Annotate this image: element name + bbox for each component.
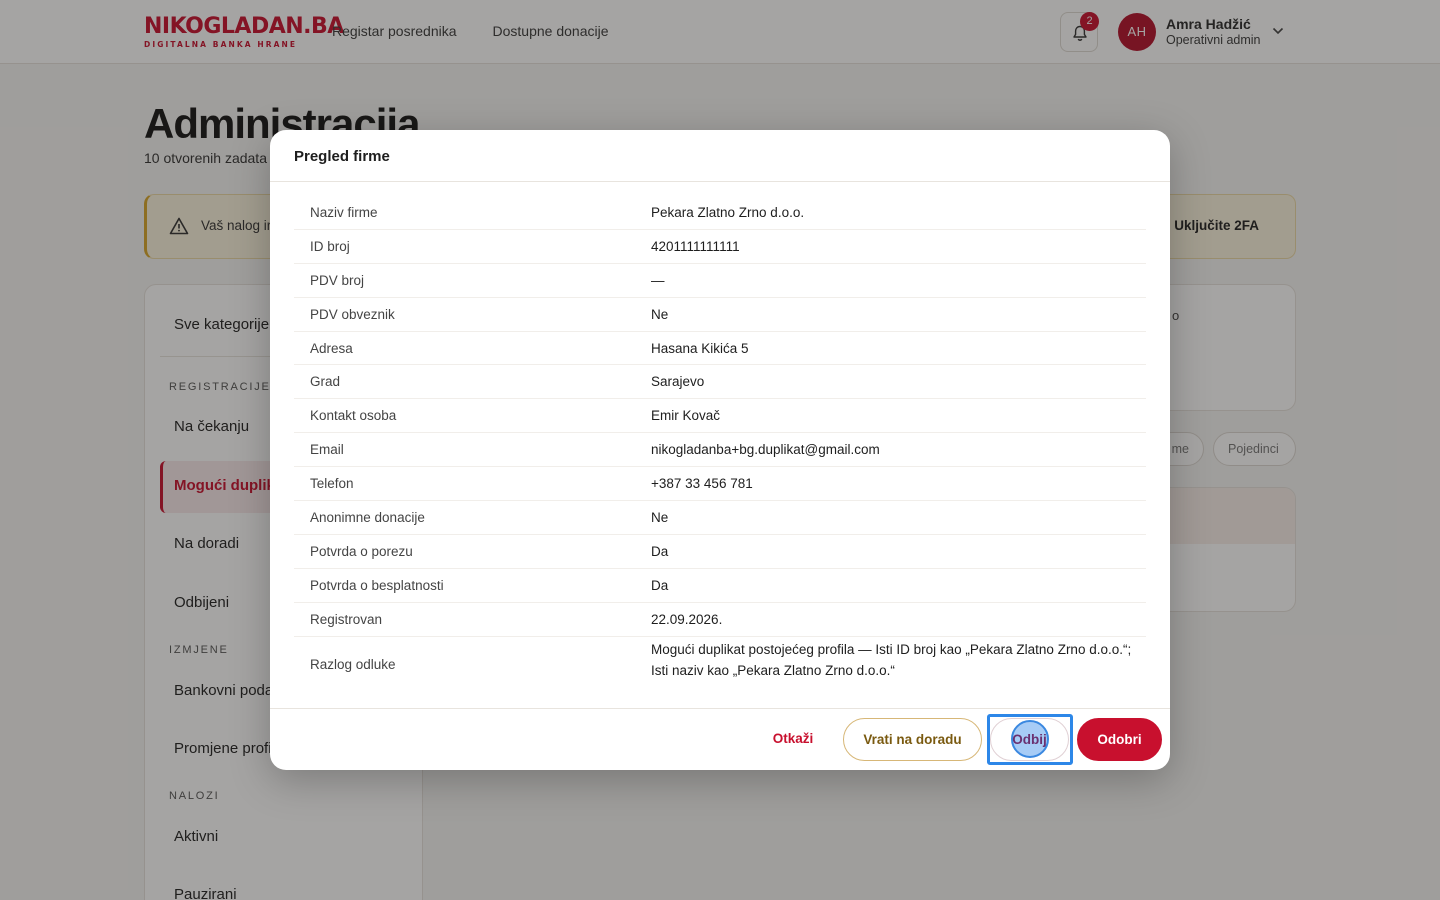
- detail-value: Pekara Zlatno Zrno d.o.o.: [651, 205, 805, 220]
- detail-label: Email: [310, 442, 344, 458]
- dialog-divider: [270, 181, 1170, 182]
- detail-label: Potvrda o porezu: [310, 543, 413, 559]
- detail-value: —: [651, 272, 665, 288]
- reject-button-label: Odbij: [1012, 732, 1047, 747]
- detail-value: Da: [651, 577, 669, 593]
- detail-row-adresa: Adresa Hasana Kikića 5: [294, 332, 1146, 366]
- detail-value: Mogući duplikat postojećeg profila — Ist…: [651, 641, 1132, 678]
- detail-row-kontakt: Kontakt osoba Emir Kovač: [294, 399, 1146, 434]
- detail-row-pdv-obveznik: PDV obveznik Ne: [294, 298, 1146, 332]
- detail-row-anonimne: Anonimne donacije Ne: [294, 501, 1146, 535]
- detail-label: PDV obveznik: [310, 306, 395, 322]
- detail-label: Grad: [310, 374, 341, 390]
- detail-value: Ne: [651, 510, 669, 526]
- detail-value: Ne: [651, 306, 669, 322]
- detail-value: Emir Kovač: [651, 408, 721, 424]
- detail-row-grad: Grad Sarajevo: [294, 365, 1146, 400]
- detail-label: PDV broj: [310, 272, 365, 288]
- detail-label: Potvrda o besplatnosti: [310, 577, 444, 593]
- detail-row-potvrda-besplatnost: Potvrda o besplatnosti Da: [294, 569, 1146, 603]
- company-details-list: Naziv firme Pekara Zlatno Zrno d.o.o. ID …: [294, 196, 1146, 697]
- return-for-rework-button[interactable]: Vrati na doradu: [843, 718, 982, 761]
- detail-row-id-broj: ID broj 4201111111111: [294, 230, 1146, 264]
- detail-value: nikogladanba+bg.duplikat@gmail.com: [651, 442, 880, 458]
- detail-label: Telefon: [310, 476, 354, 492]
- detail-row-pdv-broj: PDV broj —: [294, 264, 1146, 298]
- approve-button[interactable]: Odobri: [1077, 718, 1162, 761]
- detail-row-razlog: Razlog odluke Mogući duplikat postojećeg …: [294, 637, 1146, 697]
- detail-value: 22.09.2026.: [651, 611, 723, 627]
- detail-label: Razlog odluke: [310, 656, 396, 672]
- detail-value: 4201111111111: [651, 238, 740, 254]
- detail-label: Anonimne donacije: [310, 510, 425, 526]
- detail-value: Sarajevo: [651, 374, 705, 390]
- detail-label: Kontakt osoba: [310, 408, 397, 424]
- cancel-button[interactable]: Otkaži: [756, 718, 830, 761]
- detail-label: Naziv firme: [310, 205, 378, 220]
- detail-row-email: Email nikogladanba+bg.duplikat@gmail.com: [294, 433, 1146, 468]
- detail-row-naziv: Naziv firme Pekara Zlatno Zrno d.o.o.: [294, 196, 1146, 230]
- detail-value: +387 33 456 781: [651, 476, 753, 492]
- detail-label: ID broj: [310, 238, 350, 254]
- detail-row-telefon: Telefon +387 33 456 781: [294, 467, 1146, 502]
- company-review-dialog: Pregled firme Naziv firme Pekara Zlatno Z…: [270, 130, 1170, 770]
- dialog-footer-divider: [270, 708, 1170, 709]
- detail-label: Adresa: [310, 340, 353, 356]
- detail-value: Hasana Kikića 5: [651, 340, 749, 356]
- detail-label: Registrovan: [310, 611, 383, 627]
- detail-value: Da: [651, 543, 669, 559]
- dialog-title: Pregled firme: [294, 148, 390, 165]
- detail-row-potvrda-porez: Potvrda o porezu Da: [294, 535, 1146, 569]
- detail-row-registrovan: Registrovan 22.09.2026.: [294, 603, 1146, 637]
